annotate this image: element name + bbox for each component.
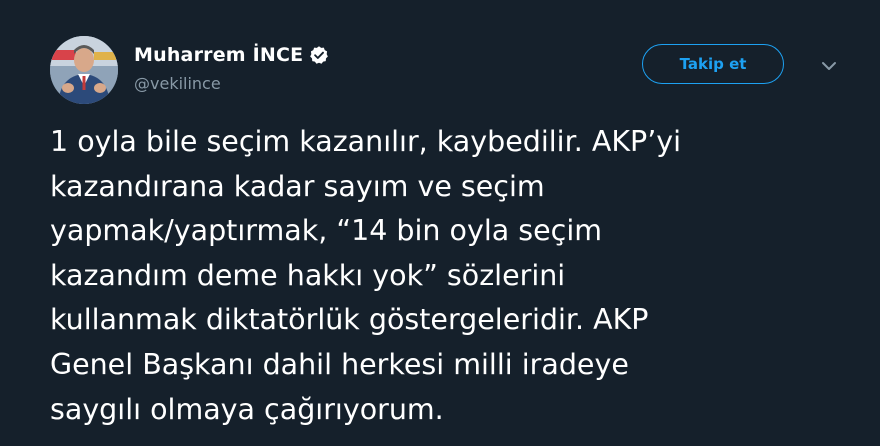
user-handle[interactable]: @vekilince: [134, 74, 329, 93]
verified-badge-icon: [309, 45, 329, 65]
tweet-text-line: kazandım deme hakkı yok” sözlerini: [50, 258, 566, 292]
tweet-text-line: kullanmak diktatörlük göstergeleridir. A…: [50, 303, 649, 337]
display-name[interactable]: Muharrem İNCE: [134, 44, 303, 66]
name-row: Muharrem İNCE: [134, 42, 329, 68]
tweet-text-line: kazandırana kadar sayım ve seçim: [50, 169, 545, 203]
follow-button[interactable]: Takip et: [642, 44, 784, 84]
tweet-text-line: saygılı olmaya çağırıyorum.: [50, 392, 444, 426]
tweet-header: Muharrem İNCE @vekilince Takip et: [50, 36, 840, 108]
tweet-text-line: Genel Başkanı dahil herkesi milli iradey…: [50, 347, 629, 381]
tweet-card: Muharrem İNCE @vekilince Takip et 1 oyla…: [0, 0, 880, 446]
tweet-text-line: yapmak/yaptırmak, “14 bin oyla seçim: [50, 214, 603, 248]
tweet-text-line: 1 oyla bile seçim kazanılır, kaybedilir.…: [50, 125, 682, 158]
follow-button-label: Takip et: [679, 55, 747, 73]
profile-photo: [50, 36, 118, 104]
chevron-down-icon[interactable]: [820, 58, 838, 72]
tweet-text: 1 oyla bile seçim kazanılır, kaybedilir.…: [50, 120, 850, 432]
user-info: Muharrem İNCE @vekilince: [134, 42, 329, 93]
avatar[interactable]: [50, 36, 118, 104]
